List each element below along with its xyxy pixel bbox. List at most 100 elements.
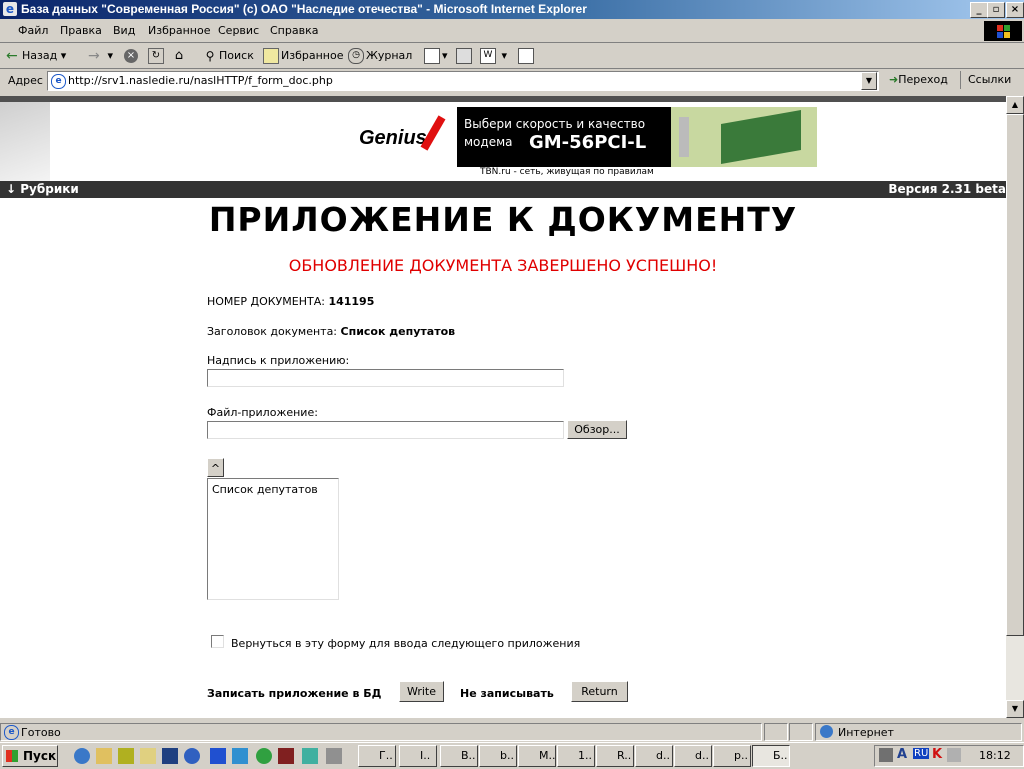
discuss-icon xyxy=(518,48,534,64)
quicklaunch-icon[interactable] xyxy=(256,748,272,764)
back-arrow-icon: ← xyxy=(6,48,18,64)
quicklaunch-icon[interactable] xyxy=(210,748,226,764)
caption-label: Надпись к приложению: xyxy=(207,354,350,367)
quicklaunch-icon[interactable] xyxy=(278,748,294,764)
doc-number: НОМЕР ДОКУМЕНТА: 141195 xyxy=(207,295,375,308)
scroll-up-button[interactable]: ▲ xyxy=(1006,96,1024,114)
address-label: Адрес xyxy=(8,74,43,87)
quicklaunch-icon[interactable] xyxy=(326,748,342,764)
rubrics-link[interactable]: ↓ Рубрики xyxy=(6,181,79,198)
quicklaunch-icon[interactable] xyxy=(302,748,318,764)
home-button[interactable]: ⌂ xyxy=(172,48,188,64)
file-input[interactable] xyxy=(207,421,564,439)
mail-button[interactable]: ▾ xyxy=(424,48,448,64)
quicklaunch-icon[interactable] xyxy=(118,748,134,764)
maximize-button[interactable]: ▫ xyxy=(987,2,1005,18)
stop-button[interactable]: × xyxy=(124,48,140,64)
menu-edit[interactable]: Правка xyxy=(60,24,102,37)
task-button[interactable]: d.. xyxy=(674,745,712,767)
modem-card-image xyxy=(671,107,817,167)
top-strip xyxy=(0,96,1006,102)
scroll-thumb[interactable] xyxy=(1006,114,1024,636)
go-button[interactable]: ➜Переход xyxy=(889,73,948,86)
ie-quicklaunch-icon[interactable] xyxy=(74,748,90,764)
favorites-button[interactable]: Избранное xyxy=(263,48,343,64)
windows-flag-icon xyxy=(6,750,18,762)
back-button[interactable]: ← Назад ▾ xyxy=(6,48,66,64)
address-url: http://srv1.nasledie.ru/naslHTTP/f_form_… xyxy=(68,74,333,87)
menu-view[interactable]: Вид xyxy=(113,24,135,37)
window-title: База данных "Современная Россия" (c) ОАО… xyxy=(21,2,587,16)
scroll-down-button[interactable]: ▼ xyxy=(1006,700,1024,718)
discuss-button[interactable] xyxy=(518,48,536,64)
quicklaunch-icon[interactable] xyxy=(140,748,156,764)
list-item[interactable]: Список депутатов xyxy=(212,483,318,496)
print-icon xyxy=(456,48,472,64)
task-button[interactable]: Г.. xyxy=(358,745,396,767)
edit-button[interactable]: W ▾ xyxy=(480,48,507,64)
return-checkbox[interactable] xyxy=(211,635,224,648)
quicklaunch-icon[interactable] xyxy=(184,748,200,764)
caption-input[interactable] xyxy=(207,369,564,387)
status-cell xyxy=(789,723,813,741)
forward-button[interactable]: → ▾ xyxy=(88,48,113,64)
task-button[interactable]: b.. xyxy=(479,745,517,767)
ie-page-icon: e xyxy=(4,725,19,740)
network-icon[interactable] xyxy=(879,748,893,762)
vertical-scrollbar[interactable]: ▲ ▼ xyxy=(1006,96,1024,718)
task-button[interactable]: I.. xyxy=(399,745,437,767)
menu-tools[interactable]: Сервис xyxy=(218,24,259,37)
page-content: Genius Выбери скорость и качество модема… xyxy=(0,96,1006,718)
favorites-icon xyxy=(263,48,279,64)
attachments-list[interactable]: Список депутатов xyxy=(207,478,339,600)
quicklaunch-icon[interactable] xyxy=(232,748,248,764)
language-indicator[interactable]: RU xyxy=(913,748,930,759)
browse-button[interactable]: Обзор... xyxy=(567,420,627,439)
menu-file[interactable]: Файл xyxy=(18,24,48,37)
task-button[interactable]: 1.. xyxy=(557,745,595,767)
tray-icon[interactable] xyxy=(947,748,961,762)
write-button[interactable]: Write xyxy=(399,681,444,702)
refresh-button[interactable]: ↻ xyxy=(148,48,166,64)
address-input[interactable]: e http://srv1.nasledie.ru/naslHTTP/f_for… xyxy=(47,71,879,91)
menu-favorites[interactable]: Избранное xyxy=(148,24,210,37)
task-button[interactable]: d.. xyxy=(635,745,673,767)
return-button[interactable]: Return xyxy=(571,681,628,702)
menu-help[interactable]: Справка xyxy=(270,24,318,37)
separator xyxy=(960,71,961,89)
close-button[interactable]: × xyxy=(1006,2,1024,18)
go-arrow-icon: ➜ xyxy=(889,73,899,86)
down-arrow-icon: ↓ xyxy=(6,182,17,196)
figure-logo-image xyxy=(0,102,50,182)
task-button[interactable]: В.. xyxy=(440,745,478,767)
task-button[interactable]: p.. xyxy=(713,745,751,767)
history-icon: ◷ xyxy=(348,48,364,64)
task-button[interactable]: M.. xyxy=(518,745,556,767)
status-main: e Готово xyxy=(0,723,762,741)
title-bar: e База данных "Современная Россия" (c) О… xyxy=(0,0,1024,19)
mail-icon xyxy=(424,48,440,64)
print-button[interactable] xyxy=(456,48,474,64)
word-quicklaunch-icon[interactable] xyxy=(162,748,178,764)
success-message: ОБНОВЛЕНИЕ ДОКУМЕНТА ЗАВЕРШЕНО УСПЕШНО! xyxy=(288,256,718,275)
antivirus-icon[interactable]: K xyxy=(932,747,942,762)
start-button[interactable]: Пуск xyxy=(2,745,58,767)
address-dropdown-button[interactable]: ▼ xyxy=(861,72,877,90)
search-icon: ⚲ xyxy=(205,49,215,63)
system-tray: A RU K 18:12 xyxy=(874,745,1024,767)
links-button[interactable]: Ссылки xyxy=(968,73,1011,86)
move-up-button[interactable]: ^ xyxy=(207,458,224,477)
search-button[interactable]: ⚲ Поиск xyxy=(203,48,254,64)
ad-banner[interactable]: Genius Выбери скорость и качество модема… xyxy=(349,107,817,167)
status-zone: Интернет xyxy=(815,723,1022,741)
quicklaunch-icon[interactable] xyxy=(96,748,112,764)
banner-caption[interactable]: TBN.ru - сеть, живущая по правилам xyxy=(480,167,654,177)
globe-icon xyxy=(820,725,833,738)
doc-title: Заголовок документа: Список депутатов xyxy=(207,325,456,338)
history-button[interactable]: ◷ Журнал xyxy=(348,48,412,64)
minimize-button[interactable]: _ xyxy=(970,2,988,18)
zone-text: Интернет xyxy=(838,726,894,739)
task-button[interactable]: R.. xyxy=(596,745,634,767)
font-icon[interactable]: A xyxy=(897,747,907,762)
task-button-active[interactable]: Б.. xyxy=(752,745,790,767)
